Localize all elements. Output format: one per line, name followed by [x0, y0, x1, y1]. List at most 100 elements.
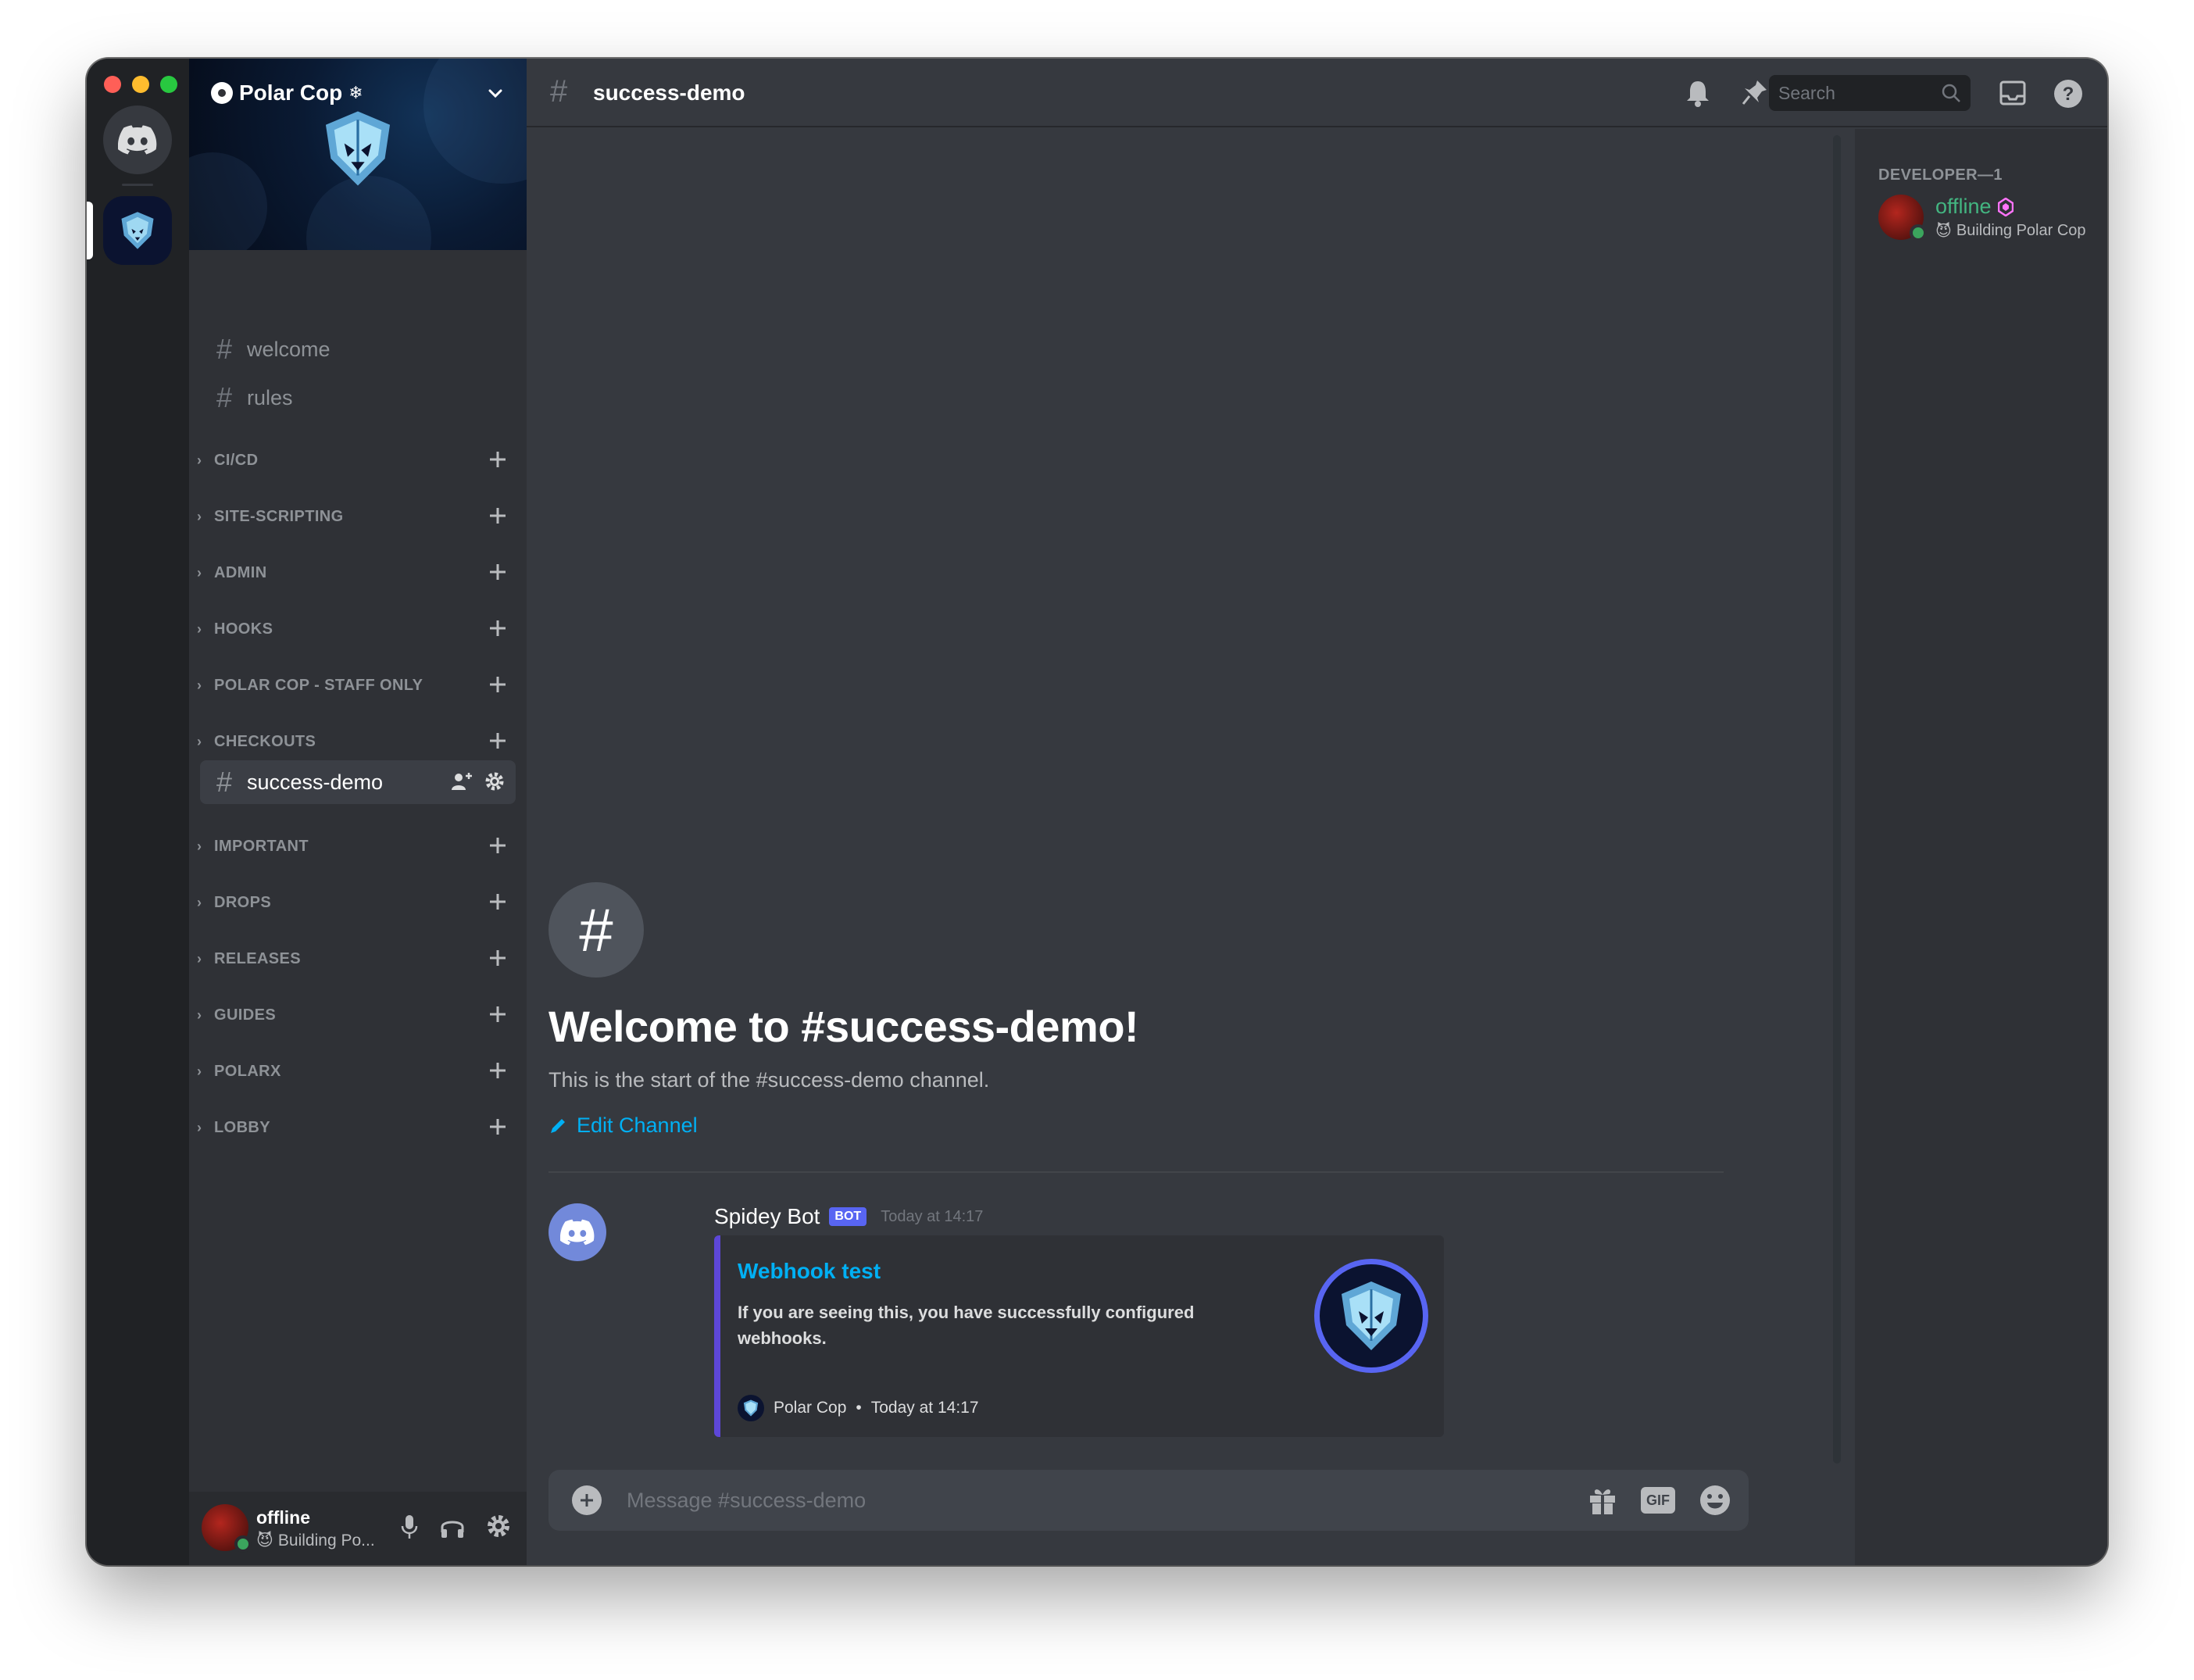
create-channel-plus-icon[interactable] [486, 1003, 509, 1026]
create-channel-plus-icon[interactable] [486, 1059, 509, 1082]
banner-logo-icon [316, 105, 400, 195]
channel-label: rules [247, 385, 293, 409]
gif-picker-button[interactable]: GIF [1641, 1487, 1675, 1514]
category-drops[interactable]: › DROPS [197, 887, 513, 918]
category-polarx[interactable]: › POLARX [197, 1056, 513, 1087]
category-hooks[interactable]: › HOOKS [197, 613, 513, 645]
invite-people-icon[interactable] [450, 771, 473, 793]
pencil-icon [551, 1118, 565, 1133]
zoom-window-button[interactable] [160, 76, 177, 93]
text-channel-icon: # [216, 333, 233, 365]
message-composer: GIF [548, 1470, 1749, 1531]
server-menu-chevron-icon[interactable] [486, 84, 505, 106]
server-name-header[interactable]: Polar Cop ❄ [211, 80, 363, 105]
member-custom-status: 😈 Building Polar Cop [1935, 221, 2086, 241]
create-channel-plus-icon[interactable] [486, 560, 509, 584]
channel-rules[interactable]: # rules [200, 376, 516, 420]
category-important[interactable]: › IMPORTANT [197, 831, 513, 862]
chevron-right-icon: › [197, 894, 202, 910]
discord-logo-icon [560, 1219, 595, 1246]
user-settings-gear-icon[interactable] [486, 1514, 511, 1539]
polar-cop-logo-icon [1342, 1281, 1401, 1350]
embed-footer: Polar Cop • Today at 14:17 [738, 1395, 979, 1421]
server-rail [87, 59, 189, 1565]
category-lobby[interactable]: › LOBBY [197, 1112, 513, 1143]
user-status-text: Building Po... [277, 1531, 375, 1550]
upload-plus-icon[interactable] [572, 1485, 602, 1515]
embed-footer-separator: • [856, 1399, 862, 1417]
channel-sidebar: Polar Cop ❄ # welcome # rules › CI/CD › … [189, 59, 527, 1565]
category-polar-cop-staff-only[interactable]: › POLAR COP - STAFF ONLY [197, 670, 513, 701]
channel-settings-gear-icon[interactable] [484, 771, 505, 792]
server-booster-gem-icon [1997, 197, 2014, 216]
server-polar-cop-button[interactable] [103, 196, 172, 265]
create-channel-plus-icon[interactable] [486, 448, 509, 471]
message-input[interactable] [627, 1470, 1564, 1531]
search-input[interactable] [1778, 75, 1935, 111]
smiling-imp-emoji-icon: 😈 [256, 1532, 273, 1550]
category-label: HOOKS [214, 620, 273, 638]
online-status-indicator [234, 1535, 252, 1553]
polar-cop-logo-icon [121, 212, 154, 249]
avatar[interactable] [548, 1203, 606, 1261]
headphones-icon[interactable] [439, 1514, 466, 1540]
emoji-picker-icon[interactable] [1699, 1484, 1731, 1517]
create-channel-plus-icon[interactable] [486, 729, 509, 752]
create-channel-plus-icon[interactable] [486, 504, 509, 527]
chevron-right-icon: › [197, 1063, 202, 1079]
edit-channel-button[interactable]: Edit Channel [548, 1113, 698, 1138]
category-label: CI/CD [214, 451, 259, 469]
member-name: offline [1935, 195, 1992, 218]
message-header: Spidey Bot BOT Today at 14:17 [714, 1204, 983, 1229]
gif-label: GIF [1646, 1492, 1670, 1508]
category-admin[interactable]: › ADMIN [197, 557, 513, 588]
text-channel-icon: # [216, 381, 233, 413]
embed-thumbnail[interactable] [1314, 1259, 1428, 1373]
embed-title[interactable]: Webhook test [738, 1259, 881, 1284]
microphone-icon[interactable] [400, 1514, 419, 1540]
channel-welcome[interactable]: # welcome [200, 327, 516, 371]
category-label: RELEASES [214, 949, 302, 967]
create-channel-plus-icon[interactable] [486, 1115, 509, 1138]
create-channel-plus-icon[interactable] [486, 834, 509, 857]
create-channel-plus-icon[interactable] [486, 673, 509, 696]
create-channel-plus-icon[interactable] [486, 617, 509, 640]
chevron-right-icon: › [197, 1006, 202, 1023]
channel-label: welcome [247, 337, 331, 361]
member-item[interactable]: offline [1935, 195, 2014, 219]
create-channel-plus-icon[interactable] [486, 890, 509, 913]
inbox-icon[interactable] [1999, 79, 2027, 107]
bot-badge: BOT [829, 1207, 867, 1226]
user-panel: offline 😈 Building Po... [189, 1492, 527, 1565]
category-label: DROPS [214, 893, 272, 911]
category-site-scripting[interactable]: › SITE-SCRIPTING [197, 501, 513, 532]
main-area: # success-demo Search ? # Welcome to #su… [527, 59, 2107, 1565]
gift-icon[interactable] [1588, 1485, 1617, 1516]
online-status-indicator [1910, 224, 1927, 241]
category-label: POLARX [214, 1062, 281, 1080]
home-button[interactable] [103, 105, 172, 174]
close-window-button[interactable] [104, 76, 121, 93]
minimize-window-button[interactable] [132, 76, 149, 93]
discord-window: Polar Cop ❄ # welcome # rules › CI/CD › … [87, 59, 2107, 1565]
server-name: Polar Cop [239, 80, 343, 105]
notification-bell-icon[interactable] [1685, 79, 1711, 107]
category-label: SITE-SCRIPTING [214, 507, 344, 525]
message-scrollbar[interactable] [1833, 135, 1841, 1464]
author-name[interactable]: Spidey Bot [714, 1204, 820, 1229]
help-icon[interactable]: ? [2053, 79, 2083, 109]
channel-success-demo[interactable]: # success-demo [200, 760, 516, 804]
welcome-subtitle: This is the start of the #success-demo c… [548, 1068, 990, 1092]
channel-label: success-demo [247, 770, 384, 794]
category-releases[interactable]: › RELEASES [197, 943, 513, 974]
create-channel-plus-icon[interactable] [486, 946, 509, 970]
user-name: offline [256, 1507, 310, 1528]
pinned-messages-icon[interactable] [1742, 79, 1768, 107]
chevron-right-icon: › [197, 838, 202, 854]
category-checkouts[interactable]: › CHECKOUTS [197, 726, 513, 757]
search-box[interactable] [1769, 75, 1971, 111]
category-guides[interactable]: › GUIDES [197, 999, 513, 1031]
server-banner[interactable]: Polar Cop ❄ [189, 59, 527, 250]
category-ci-cd[interactable]: › CI/CD [197, 445, 513, 476]
category-label: CHECKOUTS [214, 732, 316, 750]
